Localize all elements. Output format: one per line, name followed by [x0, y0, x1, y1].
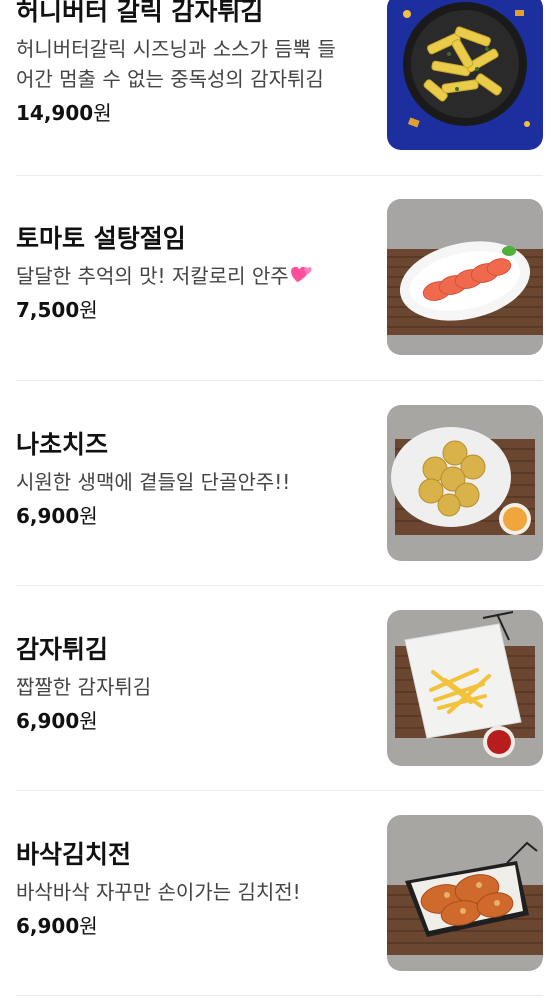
menu-item-kimchi-pancake[interactable]: 바삭김치전 바삭바삭 자꾸만 손이가는 김치전! 6,900원	[16, 815, 543, 971]
divider	[16, 380, 543, 381]
price-currency: 원	[79, 914, 98, 938]
french-fries-photo[interactable]	[387, 610, 543, 766]
menu-item-name: 바삭김치전	[16, 840, 132, 869]
menu-item-name: 토마토 설탕절임	[16, 224, 186, 253]
kimchi-pancake-photo[interactable]	[387, 815, 543, 971]
price-value: 7,500	[16, 298, 80, 322]
divider	[16, 585, 543, 586]
price-currency: 원	[79, 709, 98, 733]
menu-item-price: 7,500원	[16, 295, 371, 325]
menu-item-nacho-cheese[interactable]: 나초치즈 시원한 생맥에 곁들일 단골안주!! 6,900원	[16, 405, 543, 561]
menu-item-description: 바삭바삭 자꾸만 손이가는 김치전!	[16, 880, 301, 904]
menu-item-text: 바삭김치전 바삭바삭 자꾸만 손이가는 김치전! 6,900원	[16, 837, 371, 941]
menu-item-text: 토마토 설탕절임 달달한 추억의 맛! 저칼로리 안주 7,500원	[16, 221, 371, 325]
menu-item-text: 허니버터 갈릭 감자튀김 허니버터갈릭 시즈닝과 소스가 듬뿍 들 어간 멈출 …	[16, 0, 371, 128]
menu-item-description: 허니버터갈릭 시즈닝과 소스가 듬뿍 들 어간 멈출 수 없는 중독성의 감자튀…	[16, 34, 371, 94]
menu-item-text: 감자튀김 짭짤한 감자튀김 6,900원	[16, 632, 371, 736]
menu-item-description-line: 달달한 추억의 맛! 저칼로리 안주	[16, 264, 289, 288]
two-hearts-icon	[290, 266, 312, 283]
price-currency: 원	[79, 504, 98, 528]
price-value: 6,900	[16, 914, 80, 938]
menu-item-price: 14,900원	[16, 98, 371, 128]
menu-item-name: 허니버터 갈릭 감자튀김	[16, 0, 264, 26]
price-currency: 원	[79, 298, 98, 322]
menu-item-sugared-tomato[interactable]: 토마토 설탕절임 달달한 추억의 맛! 저칼로리 안주 7,500원	[16, 199, 543, 355]
menu-item-description: 시원한 생맥에 곁들일 단골안주!!	[16, 470, 291, 494]
divider	[16, 175, 543, 176]
menu-item-name: 나초치즈	[16, 430, 109, 459]
honey-butter-garlic-fries-photo[interactable]	[387, 0, 543, 150]
menu-item-honey-butter-garlic-fries[interactable]: 허니버터 갈릭 감자튀김 허니버터갈릭 시즈닝과 소스가 듬뿍 들 어간 멈출 …	[16, 0, 543, 150]
menu-item-description-line: 허니버터갈릭 시즈닝과 소스가 듬뿍 들	[16, 37, 336, 61]
sugared-tomato-photo[interactable]	[387, 199, 543, 355]
menu-item-price: 6,900원	[16, 706, 371, 736]
menu-item-price: 6,900원	[16, 911, 371, 941]
menu-item-price: 6,900원	[16, 501, 371, 531]
menu-item-description: 짭짤한 감자튀김	[16, 675, 152, 699]
price-value: 6,900	[16, 709, 80, 733]
menu-item-description: 달달한 추억의 맛! 저칼로리 안주	[16, 261, 371, 291]
menu-item-description-line: 어간 멈출 수 없는 중독성의 감자튀김	[16, 67, 324, 91]
menu-item-text: 나초치즈 시원한 생맥에 곁들일 단골안주!! 6,900원	[16, 427, 371, 531]
divider	[16, 995, 543, 996]
price-value: 6,900	[16, 504, 80, 528]
price-currency: 원	[93, 101, 112, 125]
price-value: 14,900	[16, 101, 94, 125]
divider	[16, 790, 543, 791]
nacho-cheese-photo[interactable]	[387, 405, 543, 561]
menu-item-french-fries[interactable]: 감자튀김 짭짤한 감자튀김 6,900원	[16, 610, 543, 766]
menu-item-name: 감자튀김	[16, 635, 109, 664]
